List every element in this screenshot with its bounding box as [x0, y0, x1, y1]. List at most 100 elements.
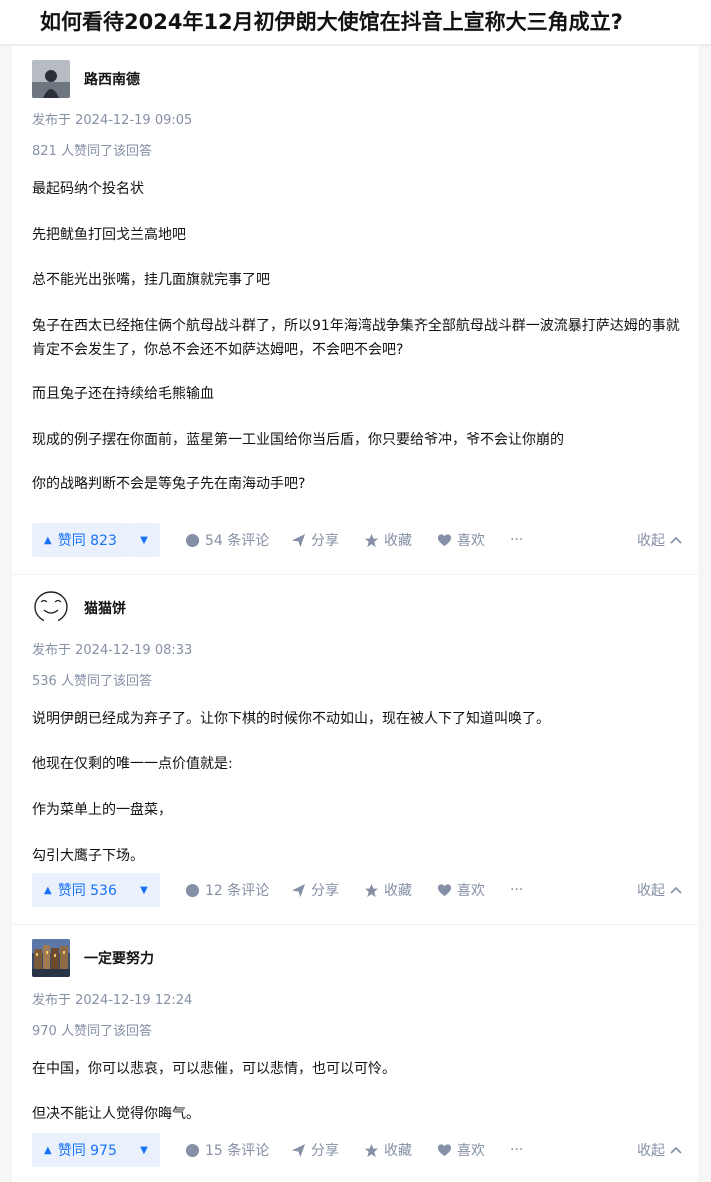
author-name[interactable]: 一定要努力	[84, 948, 154, 968]
comment-icon	[185, 883, 200, 897]
collapse-button[interactable]: 收起	[637, 523, 682, 557]
heart-icon	[437, 533, 452, 546]
question-header: 如何看待2024年12月初伊朗大使馆在抖音上宣称大三角成立?	[0, 0, 711, 44]
share-button[interactable]: 分享	[291, 873, 339, 907]
paragraph: 而且兔子还在持续给毛熊输血	[32, 386, 214, 402]
favorite-button[interactable]: 收藏	[364, 523, 412, 557]
vote-up-label: 赞同 823	[57, 533, 117, 549]
chevron-up-icon	[670, 886, 682, 894]
more-button[interactable]: ···	[510, 873, 523, 907]
question-title: 如何看待2024年12月初伊朗大使馆在抖音上宣称大三角成立?	[40, 10, 623, 34]
share-icon	[291, 1143, 306, 1157]
comment-button[interactable]: 15 条评论	[185, 1133, 269, 1167]
action-bar: ▲ 赞同 536 ▼ 12 条评论 分享 收藏 喜欢 ··· 收起	[32, 873, 682, 907]
caret-up-icon: ▲	[44, 884, 52, 896]
comment-button[interactable]: 12 条评论	[185, 873, 269, 907]
paragraph: 你的战略判断不会是等兔子先在南海动手吧?	[32, 476, 306, 492]
collapse-button[interactable]: 收起	[637, 1133, 682, 1167]
heart-icon	[437, 883, 452, 896]
publish-time[interactable]: 发布于 2024-12-19 12:24	[32, 989, 192, 1008]
caret-down-icon: ▼	[140, 884, 148, 896]
share-icon	[291, 883, 306, 897]
agree-count: 970 人赞同了该回答	[32, 1024, 152, 1039]
paragraph: 最起码纳个投名状	[32, 181, 144, 197]
like-label: 喜欢	[457, 533, 485, 549]
share-label: 分享	[311, 1143, 339, 1159]
vote-up-button[interactable]: ▲ 赞同 536	[32, 873, 129, 907]
favorite-button[interactable]: 收藏	[364, 873, 412, 907]
chevron-up-icon	[670, 536, 682, 544]
paragraph: 兔子在西太已经拖住俩个航母战斗群了，所以91年海湾战争集齐全部航母战斗群一波流暴…	[32, 318, 680, 358]
paragraph: 总不能光出张嘴，挂几面旗就完事了吧	[32, 272, 270, 288]
star-icon	[364, 1143, 379, 1157]
more-button[interactable]: ···	[510, 1133, 523, 1167]
like-label: 喜欢	[457, 1143, 485, 1159]
like-button[interactable]: 喜欢	[437, 523, 485, 557]
star-icon	[364, 883, 379, 897]
paragraph: 在中国，你可以悲哀，可以悲催，可以悲情，也可以可怜。	[32, 1061, 396, 1077]
action-bar: ▲ 赞同 823 ▼ 54 条评论 分享 收藏 喜欢 ··· 收起	[32, 523, 682, 557]
avatar[interactable]	[32, 60, 70, 98]
like-button[interactable]: 喜欢	[437, 1133, 485, 1167]
vote-up-label: 赞同 975	[57, 1143, 117, 1159]
paragraph: 他现在仅剩的唯一一点价值就是:	[32, 756, 233, 772]
paragraph: 先把鱿鱼打回戈兰高地吧	[32, 227, 186, 243]
comment-icon	[185, 1143, 200, 1157]
agree-count: 536 人赞同了该回答	[32, 674, 152, 689]
paragraph: 勾引大鹰子下场。	[32, 848, 144, 864]
answer-card: 猫猫饼 发布于 2024-12-19 08:33 536 人赞同了该回答 说明伊…	[12, 574, 698, 924]
favorite-label: 收藏	[384, 1143, 412, 1159]
caret-up-icon: ▲	[44, 534, 52, 546]
author-info: 猫猫饼	[32, 588, 126, 628]
favorite-label: 收藏	[384, 533, 412, 549]
favorite-label: 收藏	[384, 883, 412, 899]
comment-count: 54 条评论	[205, 533, 270, 549]
author-name[interactable]: 路西南德	[84, 69, 140, 89]
comment-count: 15 条评论	[205, 1143, 270, 1159]
more-label: ···	[510, 882, 524, 898]
paragraph: 现成的例子摆在你面前，蓝星第一工业国给你当后盾，你只要给爷冲，爷不会让你崩的	[32, 432, 564, 448]
paragraph: 说明伊朗已经成为弃子了。让你下棋的时候你不动如山，现在被人下了知道叫唤了。	[32, 711, 550, 727]
author-info: 一定要努力	[32, 938, 154, 978]
favorite-button[interactable]: 收藏	[364, 1133, 412, 1167]
share-label: 分享	[311, 883, 339, 899]
collapse-button[interactable]: 收起	[637, 873, 682, 907]
caret-down-icon: ▼	[140, 1144, 148, 1156]
action-bar: ▲ 赞同 975 ▼ 15 条评论 分享 收藏 喜欢 ··· 收起	[32, 1133, 682, 1167]
more-button[interactable]: ···	[510, 523, 523, 557]
vote-down-button[interactable]: ▼	[128, 523, 160, 557]
like-button[interactable]: 喜欢	[437, 873, 485, 907]
vote-down-button[interactable]: ▼	[128, 1133, 160, 1167]
publish-time[interactable]: 发布于 2024-12-19 09:05	[32, 109, 192, 128]
vote-down-button[interactable]: ▼	[128, 873, 160, 907]
author-name[interactable]: 猫猫饼	[84, 598, 126, 618]
star-icon	[364, 533, 379, 547]
more-label: ···	[510, 1142, 524, 1158]
paragraph: 作为菜单上的一盘菜，	[32, 802, 172, 818]
vote-up-button[interactable]: ▲ 赞同 823	[32, 523, 129, 557]
answer-card: 一定要努力 发布于 2024-12-19 12:24 970 人赞同了该回答 在…	[12, 924, 698, 1182]
heart-icon	[437, 1143, 452, 1156]
comment-icon	[185, 533, 200, 547]
vote-up-label: 赞同 536	[57, 883, 117, 899]
share-button[interactable]: 分享	[291, 1133, 339, 1167]
comment-button[interactable]: 54 条评论	[185, 523, 269, 557]
caret-down-icon: ▼	[140, 534, 148, 546]
answer-card: 路西南德 发布于 2024-12-19 09:05 821 人赞同了该回答 最起…	[12, 46, 698, 574]
author-info: 路西南德	[32, 59, 140, 99]
publish-time[interactable]: 发布于 2024-12-19 08:33	[32, 639, 192, 658]
collapse-label: 收起	[637, 1143, 665, 1159]
chevron-up-icon	[670, 1146, 682, 1154]
share-icon	[291, 533, 306, 547]
agree-count: 821 人赞同了该回答	[32, 144, 152, 159]
paragraph: 但决不能让人觉得你晦气。	[32, 1106, 200, 1122]
caret-up-icon: ▲	[44, 1144, 52, 1156]
vote-up-button[interactable]: ▲ 赞同 975	[32, 1133, 129, 1167]
share-label: 分享	[311, 533, 339, 549]
collapse-label: 收起	[637, 883, 665, 899]
like-label: 喜欢	[457, 883, 485, 899]
avatar[interactable]	[32, 939, 70, 977]
avatar[interactable]	[32, 589, 70, 627]
share-button[interactable]: 分享	[291, 523, 339, 557]
comment-count: 12 条评论	[205, 883, 270, 899]
